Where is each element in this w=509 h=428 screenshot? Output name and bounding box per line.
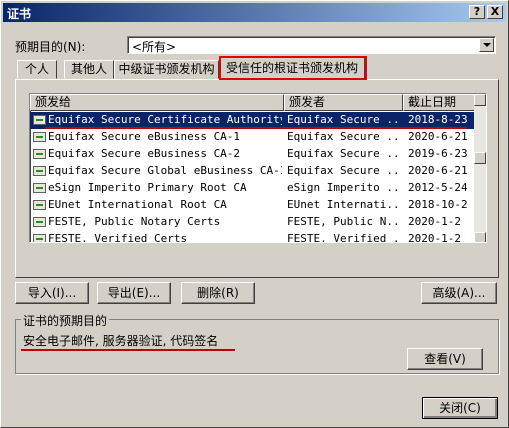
cell-issuer: Equifax Secure ... bbox=[287, 113, 401, 126]
close-x-button[interactable]: X bbox=[487, 5, 503, 19]
cell-issuer: Equifax Secure ... bbox=[287, 164, 401, 177]
cell-issuer: FESTE, Verified ... bbox=[287, 232, 401, 243]
certificate-icon bbox=[33, 115, 46, 125]
table-row[interactable]: Equifax Secure Global eBusiness CA-1 Equ… bbox=[30, 163, 476, 180]
cell-issued-to: eSign Imperito Primary Root CA bbox=[48, 181, 247, 194]
scroll-thumb[interactable] bbox=[474, 152, 486, 164]
table-row[interactable]: FESTE, Public Notary Certs FESTE, Public… bbox=[30, 214, 476, 231]
tab-personal[interactable]: 个人 bbox=[17, 60, 57, 79]
tab-intermediate-ca[interactable]: 中级证书颁发机构 bbox=[114, 60, 219, 79]
certificate-icon bbox=[33, 217, 46, 227]
intended-purposes-label: 证书的预期目的 bbox=[21, 312, 110, 329]
window-title: 证书 bbox=[7, 7, 32, 21]
table-row[interactable]: eSign Imperito Primary Root CA eSign Imp… bbox=[30, 180, 476, 197]
cell-expires: 2020-6-21 bbox=[408, 130, 468, 143]
vertical-scrollbar[interactable] bbox=[474, 94, 486, 242]
export-button[interactable]: 导出(E)... bbox=[97, 282, 171, 304]
tab-highlight-box bbox=[219, 56, 367, 80]
cell-issued-to: Equifax Secure Certificate Authority bbox=[48, 113, 282, 126]
purpose-select[interactable]: <所有> bbox=[127, 36, 496, 54]
advanced-button[interactable]: 高级(A)... bbox=[421, 282, 497, 304]
cell-issued-to: Equifax Secure eBusiness CA-2 bbox=[48, 147, 241, 160]
import-button[interactable]: 导入(I)... bbox=[15, 282, 89, 304]
remove-button[interactable]: 删除(R) bbox=[181, 282, 255, 304]
cell-issuer: Equifax Secure ... bbox=[287, 130, 401, 143]
help-button[interactable]: ? bbox=[469, 5, 485, 19]
certificate-icon bbox=[33, 149, 46, 159]
table-row[interactable]: Equifax Secure eBusiness CA-2 Equifax Se… bbox=[30, 146, 476, 163]
certificate-icon bbox=[33, 200, 46, 210]
cell-issuer: FESTE, Public N... bbox=[287, 215, 401, 228]
scroll-down-button[interactable] bbox=[474, 232, 486, 242]
tab-other-people[interactable]: 其他人 bbox=[64, 60, 114, 79]
cell-issued-to: Equifax Secure eBusiness CA-1 bbox=[48, 130, 241, 143]
purpose-label: 预期目的(N): bbox=[15, 40, 86, 54]
chevron-down-icon[interactable] bbox=[479, 38, 494, 52]
table-row[interactable]: Equifax Secure eBusiness CA-1 Equifax Se… bbox=[30, 129, 476, 146]
certificate-icon bbox=[33, 183, 46, 193]
cell-expires: 2020-1-2 bbox=[408, 232, 461, 243]
scroll-up-button[interactable] bbox=[474, 94, 486, 106]
cell-issued-to: FESTE, Verified Certs bbox=[48, 232, 188, 243]
cell-expires: 2018-10-2 bbox=[408, 198, 468, 211]
close-button[interactable]: 关闭(C) bbox=[422, 397, 498, 419]
certificate-icon bbox=[33, 234, 46, 242]
cell-issuer: Equifax Secure ... bbox=[287, 147, 401, 160]
view-button[interactable]: 查看(V) bbox=[407, 348, 483, 370]
column-header-expires[interactable]: 截止日期 bbox=[403, 94, 476, 111]
table-row[interactable]: EUnet International Root CA EUnet Intern… bbox=[30, 197, 476, 214]
cell-issuer: eSign Imperito ... bbox=[287, 181, 401, 194]
column-header-issued-to[interactable]: 颁发给 bbox=[30, 94, 284, 111]
cell-issuer: EUnet Internati... bbox=[287, 198, 401, 211]
cell-expires: 2019-6-23 bbox=[408, 147, 468, 160]
table-row[interactable]: FESTE, Verified Certs FESTE, Verified ..… bbox=[30, 231, 476, 243]
cell-issued-to: Equifax Secure Global eBusiness CA-1 bbox=[48, 164, 282, 177]
cell-issued-to: FESTE, Public Notary Certs bbox=[48, 215, 221, 228]
certificate-list[interactable]: 颁发给 颁发者 截止日期 Equifax Secure Certificate … bbox=[29, 93, 487, 243]
row-underline-annotation bbox=[45, 127, 467, 129]
purposes-underline-annotation bbox=[21, 349, 235, 351]
intended-purposes-value: 安全电子邮件, 服务器验证, 代码签名 bbox=[23, 334, 219, 348]
purpose-select-value: <所有> bbox=[132, 40, 177, 54]
cell-expires: 2018-8-23 bbox=[408, 113, 468, 126]
cell-expires: 2012-5-24 bbox=[408, 181, 468, 194]
cell-issued-to: EUnet International Root CA bbox=[48, 198, 227, 211]
certificate-icon bbox=[33, 132, 46, 142]
column-header-issuer[interactable]: 颁发者 bbox=[284, 94, 403, 111]
certificate-icon bbox=[33, 166, 46, 176]
cell-expires: 2020-6-21 bbox=[408, 164, 468, 177]
cell-expires: 2020-1-2 bbox=[408, 215, 461, 228]
title-bar: 证书 ? X bbox=[3, 3, 506, 22]
certificates-dialog: 证书 ? X 预期目的(N): <所有> 个人 其他人 中级证书颁发机构 受信任… bbox=[0, 0, 509, 428]
